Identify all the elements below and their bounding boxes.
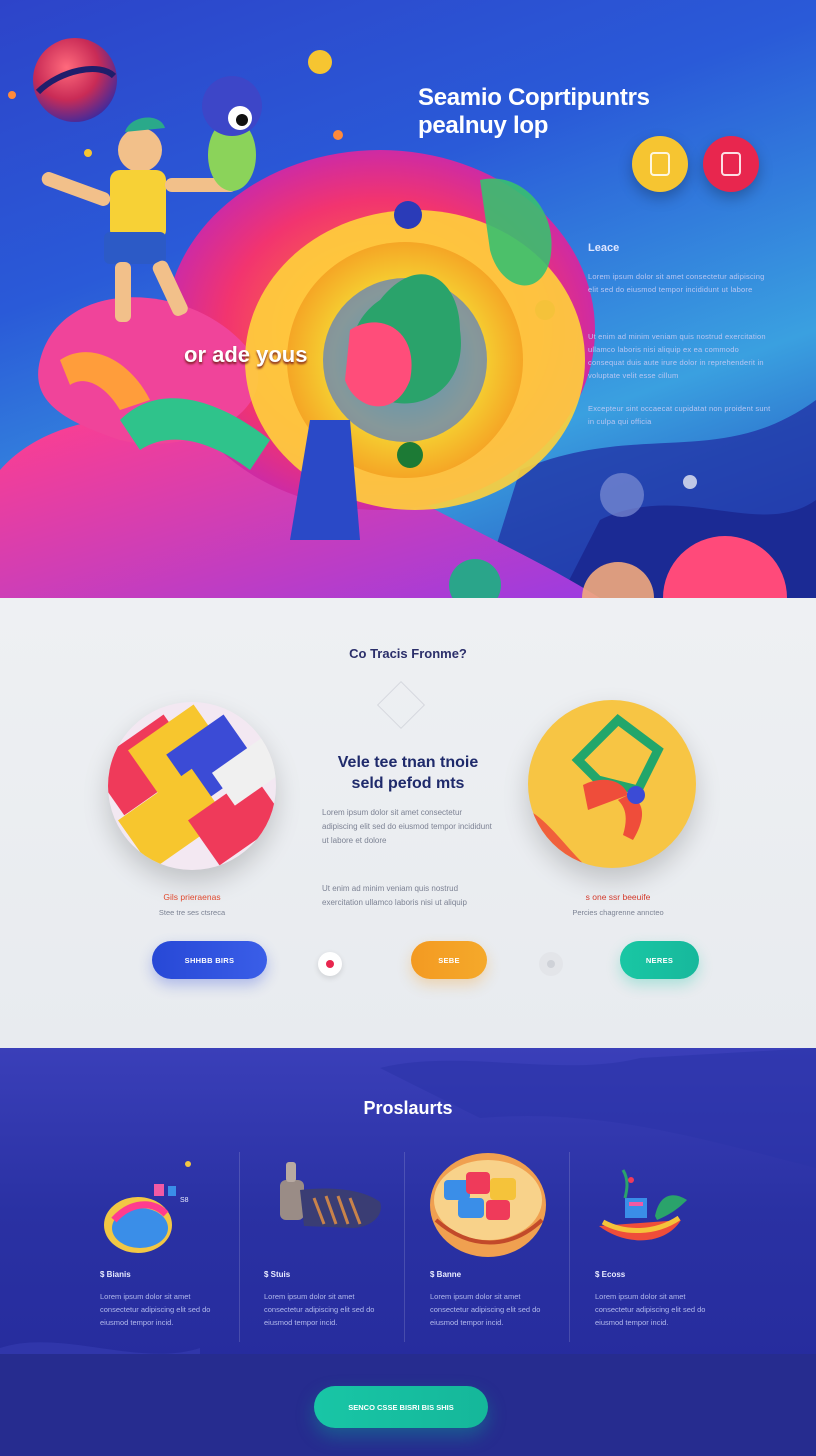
product-card-1[interactable]: S8 $ Bianis Lorem ipsum dolor sit amet c…	[100, 1150, 250, 1350]
features-section: Co Tracis Fronme? Vele tee tnan tnoie se…	[0, 598, 816, 1048]
bottle-tool-image	[280, 1162, 381, 1228]
hero-action-button-red[interactable]	[703, 136, 759, 192]
hero-action-button-yellow[interactable]	[632, 136, 688, 192]
product-name: $ Bianis	[100, 1270, 131, 1279]
document-icon	[650, 152, 670, 176]
left-caption-title: Gils prieraenas	[163, 892, 221, 902]
product-description: Lorem ipsum dolor sit amet consectetur a…	[100, 1292, 211, 1327]
dot-indicator-icon	[547, 960, 555, 968]
product-description: Lorem ipsum dolor sit amet consectetur a…	[264, 1292, 375, 1327]
right-caption-subtitle: Percies chagrenne anncteo	[572, 908, 664, 917]
product-name: $ Ecoss	[595, 1270, 626, 1279]
hero-side-paragraph-3: Excepteur sint occaecat cupidatat non pr…	[588, 404, 771, 426]
product-card-4[interactable]: $ Ecoss Lorem ipsum dolor sit amet conse…	[595, 1150, 745, 1350]
pagination-dot-active[interactable]	[318, 952, 342, 976]
plant-boat-image	[599, 1169, 687, 1241]
features-heading: Vele tee tnan tnoie seld pefod mts	[300, 752, 516, 794]
products-title: Proslaurts	[363, 1098, 453, 1118]
orange-pill-button[interactable]: SEBE	[411, 941, 487, 979]
feature-image-left	[108, 702, 276, 870]
features-heading-line-2: seld pefod mts	[351, 775, 465, 792]
hero-section: Seamio Coprtipuntrs pealnuy lop Leace Lo…	[0, 0, 816, 598]
product-card-3[interactable]: $ Banne Lorem ipsum dolor sit amet conse…	[430, 1150, 580, 1350]
hero-side-paragraph-2: Ut enim ad minim veniam quis nostrud exe…	[588, 332, 766, 380]
hero-overlay-text: or ade yous	[184, 342, 308, 367]
document-icon	[721, 152, 741, 176]
product-name: $ Banne	[430, 1270, 462, 1279]
features-section-title: Co Tracis Fronme?	[349, 646, 467, 661]
features-heading-line-1: Vele tee tnan tnoie	[337, 754, 479, 771]
diamond-ornament-icon	[376, 680, 426, 730]
svg-text:S8: S8	[180, 1197, 189, 1204]
hero-side-paragraph-1: Lorem ipsum dolor sit amet consectetur a…	[588, 272, 765, 294]
blue-pill-button[interactable]: SHHBB BIRS	[152, 941, 267, 979]
feature-image-right	[528, 700, 696, 868]
features-paragraph-1: Lorem ipsum dolor sit amet consectetur a…	[322, 808, 492, 845]
features-paragraph-2: Ut enim ad minim veniam quis nostrud exe…	[322, 884, 467, 907]
product-name: $ Stuis	[264, 1270, 291, 1279]
left-caption-subtitle: Stee tre ses ctsreca	[158, 908, 226, 917]
hero-title-line-1: Seamio Coprtipuntrs	[418, 84, 650, 111]
product-description: Lorem ipsum dolor sit amet consectetur a…	[430, 1292, 541, 1327]
blocks-illustration	[108, 704, 276, 870]
products-section: Proslaurts S8 $ Bianis Lorem ipsum dolor…	[0, 1048, 816, 1456]
blocks-bowl-image	[430, 1153, 546, 1257]
pagination-dot-inactive[interactable]	[539, 952, 563, 976]
toy-boat-image: S8	[104, 1161, 191, 1253]
teal-pill-button[interactable]: NERES	[620, 941, 699, 979]
right-caption-title: s one ssr beeuife	[585, 892, 651, 902]
dot-indicator-icon	[326, 960, 334, 968]
hero-title-line-2: pealnuy lop	[418, 112, 549, 139]
hero-title: Seamio Coprtipuntrs pealnuy lop	[418, 84, 650, 140]
hero-illustration	[0, 38, 816, 598]
cta-button[interactable]: SENCO CSSE BISRI BIS SHIS	[314, 1386, 488, 1428]
hero-side-label: Leace	[588, 242, 620, 254]
toy-illustration	[528, 714, 664, 868]
product-card-2[interactable]: $ Stuis Lorem ipsum dolor sit amet conse…	[264, 1150, 414, 1350]
product-description: Lorem ipsum dolor sit amet consectetur a…	[595, 1292, 706, 1327]
